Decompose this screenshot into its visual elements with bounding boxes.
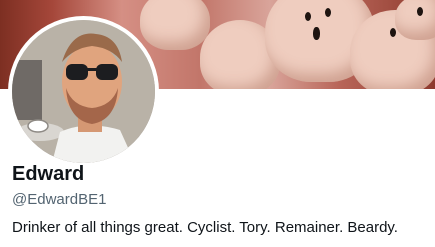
profile-avatar[interactable]: [8, 16, 159, 167]
meringue-ghost: [395, 0, 435, 40]
meringue-ghost: [140, 0, 210, 50]
profile-bio: Drinker of all things great. Cyclist. To…: [12, 219, 398, 236]
avatar-illustration: [12, 20, 155, 163]
profile-name: Edward: [12, 163, 85, 185]
avatar-photo: [12, 20, 155, 163]
profile-handle: @EdwardBE1: [12, 191, 107, 208]
